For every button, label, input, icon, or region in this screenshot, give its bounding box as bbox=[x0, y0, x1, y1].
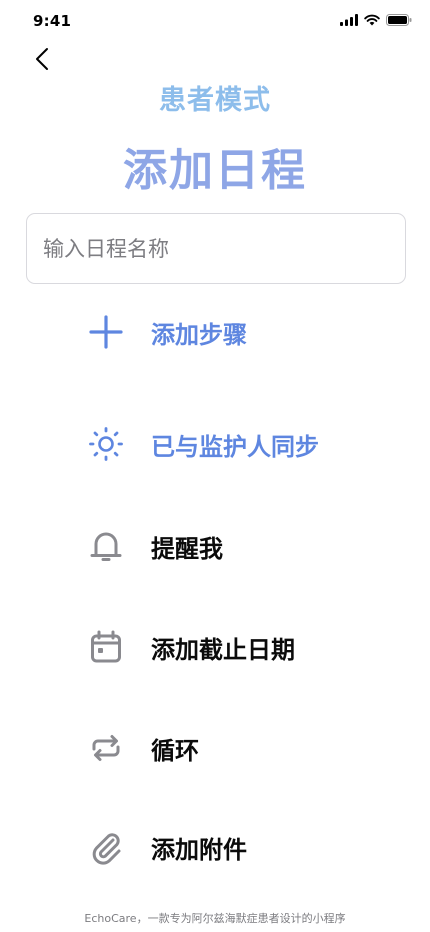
plus-icon bbox=[86, 312, 126, 352]
wifi-icon bbox=[364, 14, 380, 26]
add-attachment-button[interactable]: 添加附件 bbox=[86, 825, 247, 869]
sync-guardian-label: 已与监护人同步 bbox=[151, 432, 319, 461]
repeat-button[interactable]: 循环 bbox=[86, 726, 199, 770]
schedule-name-input[interactable] bbox=[26, 213, 406, 284]
battery-icon bbox=[386, 14, 412, 26]
status-bar: 9:41 bbox=[0, 0, 430, 44]
add-attachment-label: 添加附件 bbox=[151, 835, 247, 864]
calendar-icon bbox=[86, 627, 126, 667]
sync-guardian-button[interactable]: 已与监护人同步 bbox=[86, 422, 319, 466]
add-step-label: 添加步骤 bbox=[151, 320, 247, 349]
remind-me-label: 提醒我 bbox=[151, 534, 223, 563]
sun-icon bbox=[86, 424, 126, 464]
repeat-icon bbox=[86, 728, 126, 768]
remind-me-button[interactable]: 提醒我 bbox=[86, 524, 223, 568]
mode-label: 患者模式 bbox=[159, 85, 271, 116]
paperclip-icon bbox=[86, 827, 126, 867]
chevron-left-icon bbox=[36, 48, 48, 70]
status-time: 9:41 bbox=[33, 12, 72, 30]
back-button[interactable] bbox=[28, 44, 56, 74]
status-icons bbox=[340, 14, 412, 26]
bell-icon bbox=[86, 526, 126, 566]
page-title: 添加日程 bbox=[123, 145, 307, 196]
add-step-button[interactable]: 添加步骤 bbox=[86, 310, 247, 354]
repeat-label: 循环 bbox=[151, 736, 199, 765]
add-deadline-label: 添加截止日期 bbox=[151, 635, 295, 664]
signal-icon bbox=[340, 14, 358, 26]
footer-text: EchoCare，一款专为阿尔兹海默症患者设计的小程序 bbox=[84, 912, 346, 925]
add-deadline-button[interactable]: 添加截止日期 bbox=[86, 625, 295, 669]
